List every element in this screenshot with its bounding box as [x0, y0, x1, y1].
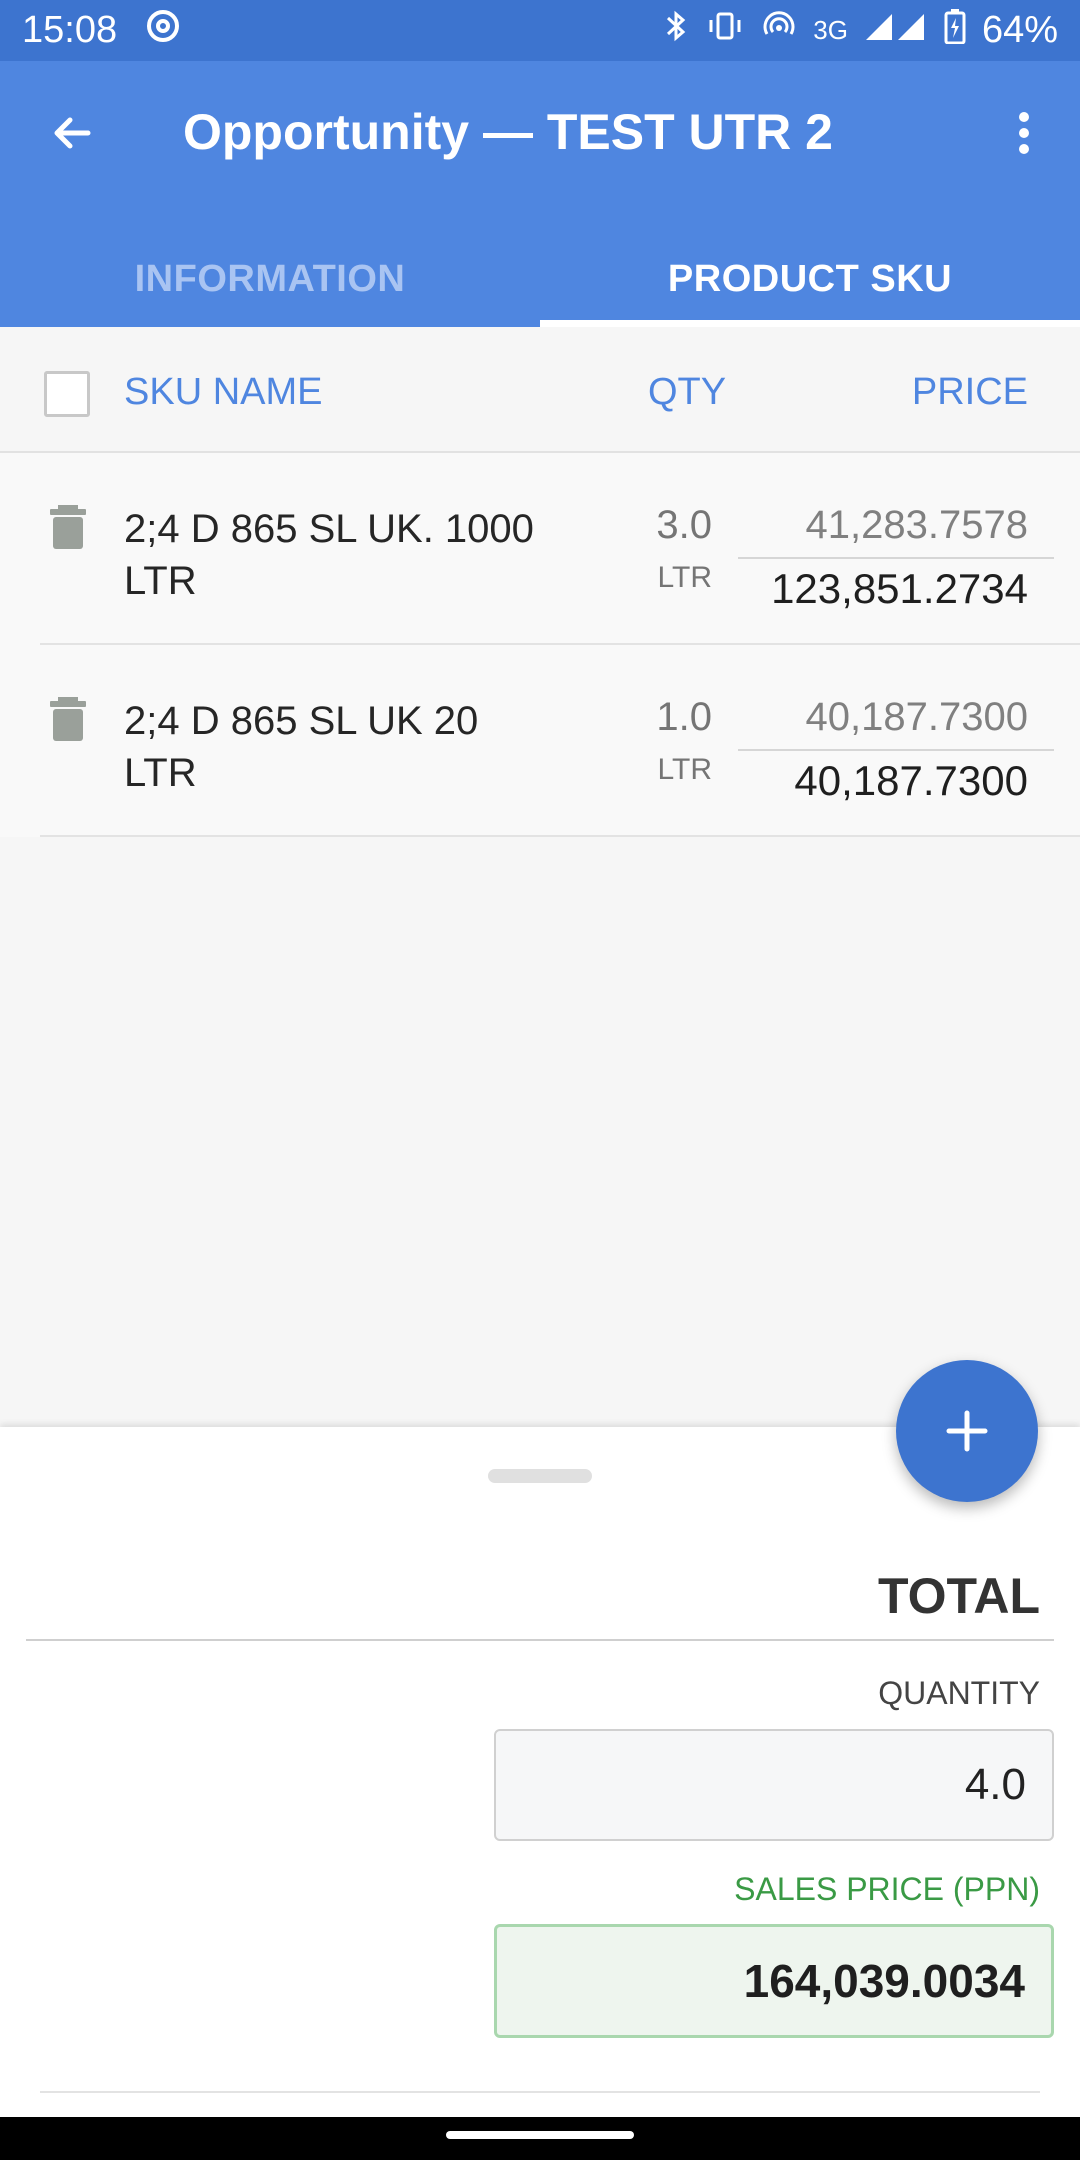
sales-price-label: SALES PRICE (PPN): [734, 1871, 1040, 1907]
signal-icon: [864, 9, 928, 52]
total-divider: [26, 1639, 1054, 1641]
system-nav-bar: [0, 2117, 1080, 2160]
price-divider: [738, 557, 1054, 559]
price-divider: [738, 749, 1054, 751]
app-bar: Opportunity — TEST UTR 2 INFORMATION PRO…: [0, 61, 1080, 327]
delete-icon[interactable]: [48, 503, 88, 551]
add-sku-button[interactable]: [896, 1360, 1038, 1502]
column-header-sku-name[interactable]: SKU NAME: [124, 371, 322, 414]
sku-list: SKU NAME QTY PRICE 2;4 D 865 SL UK. 1000…: [0, 327, 1080, 1427]
sku-unit: LTR: [657, 561, 712, 594]
list-item[interactable]: 2;4 D 865 SL UK. 1000 LTR 3.0 LTR 41,283…: [0, 453, 1080, 645]
list-header: SKU NAME QTY PRICE: [0, 327, 1080, 453]
sku-name: 2;4 D 865 SL UK 20 LTR: [124, 699, 479, 795]
delete-icon[interactable]: [48, 695, 88, 743]
bluetooth-icon: [663, 8, 689, 54]
battery-percent: 64%: [981, 9, 1058, 51]
column-header-qty[interactable]: QTY: [648, 371, 726, 414]
sheet-divider: [40, 2091, 1040, 2093]
sku-qty: 3.0: [656, 503, 712, 547]
battery-icon: [944, 8, 966, 54]
sku-unit-price: 40,187.7300: [805, 695, 1028, 739]
plus-icon: [946, 1410, 988, 1452]
sales-price-field[interactable]: 164,039.0034: [494, 1924, 1054, 2038]
back-button[interactable]: [40, 101, 104, 165]
sku-total-price: 40,187.7300: [794, 757, 1028, 804]
sku-name: 2;4 D 865 SL UK. 1000 LTR: [124, 507, 534, 603]
more-vert-icon: [1019, 112, 1029, 154]
drag-handle[interactable]: [488, 1469, 592, 1483]
tab-information[interactable]: INFORMATION: [0, 231, 540, 327]
tab-product-sku[interactable]: PRODUCT SKU: [540, 231, 1080, 327]
quantity-label: QUANTITY: [878, 1675, 1040, 1711]
total-heading: TOTAL: [877, 1568, 1040, 1624]
sku-qty: 1.0: [656, 695, 712, 739]
summary-sheet: TOTAL QUANTITY 4.0 SALES PRICE (PPN) 164…: [0, 1427, 1080, 2117]
quantity-field[interactable]: 4.0: [494, 1729, 1054, 1841]
vibrate-icon: [705, 8, 745, 54]
arrow-left-icon: [54, 117, 91, 149]
list-item[interactable]: 2;4 D 865 SL UK 20 LTR 1.0 LTR 40,187.73…: [0, 645, 1080, 837]
sku-total-price: 123,851.2734: [771, 565, 1028, 612]
sku-unit: LTR: [657, 753, 712, 786]
tab-bar: INFORMATION PRODUCT SKU: [0, 231, 1080, 327]
status-time: 15:08: [22, 9, 118, 51]
select-all-checkbox[interactable]: [44, 371, 90, 417]
overflow-menu-button[interactable]: [992, 101, 1056, 165]
at-sign-icon: [145, 8, 181, 54]
row-divider: [40, 835, 1080, 837]
page-title: Opportunity — TEST UTR 2: [183, 104, 833, 160]
sku-unit-price: 41,283.7578: [805, 503, 1028, 547]
network-type: 3G: [813, 15, 848, 45]
home-gesture-pill[interactable]: [446, 2131, 634, 2139]
column-header-price[interactable]: PRICE: [912, 371, 1028, 414]
status-bar: 15:08 3G 64%: [0, 0, 1080, 61]
hotspot-icon: [761, 8, 797, 54]
